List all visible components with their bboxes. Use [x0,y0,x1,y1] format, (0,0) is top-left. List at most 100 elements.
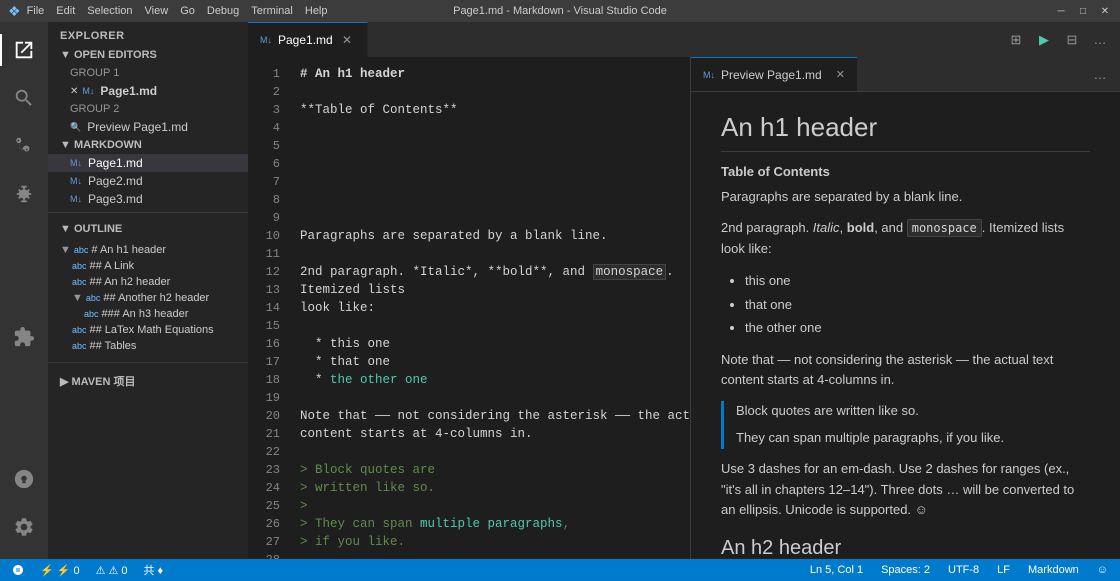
settings-activity-icon[interactable] [0,503,48,551]
status-bar-right: Ln 5, Col 1 Spaces: 2 UTF-8 LF Markdown … [806,564,1112,576]
outline-item-h2header[interactable]: abc ## An h2 header [48,274,248,290]
sidebar-divider [48,212,248,213]
tab-file-name: Page1.md [278,33,333,47]
code-line-7 [300,173,690,191]
close-button[interactable]: ✕ [1098,4,1112,18]
outline-abc-badge-4: abc [86,293,101,303]
status-git-icon[interactable] [8,564,28,576]
more-actions-button[interactable]: … [1088,28,1112,52]
tab-page1md[interactable]: M↓ Page1.md ✕ [248,22,368,57]
markdown-label[interactable]: ▼ MARKDOWN [48,136,248,154]
tab-close-button[interactable]: ✕ [339,32,355,48]
maximize-button[interactable]: □ [1076,4,1090,18]
md-icon-2: M↓ [70,176,82,186]
preview-dash-para: Use 3 dashes for an em-dash. Use 2 dashe… [721,459,1090,521]
close-icon[interactable]: ✕ [70,86,78,97]
outline-another-h2-label: ## Another h2 header [103,292,209,304]
explorer-activity-icon[interactable] [0,26,48,74]
preview-note-para: Note that — not considering the asterisk… [721,350,1090,392]
status-cursor-pos[interactable]: Ln 5, Col 1 [806,564,867,576]
menu-help[interactable]: Help [305,5,328,17]
menu-terminal[interactable]: Terminal [251,5,293,17]
debug-activity-icon[interactable] [0,170,48,218]
preview-tabs: M↓ Preview Page1.md ✕ … [691,57,1120,92]
status-spaces[interactable]: Spaces: 2 [877,564,934,576]
status-language[interactable]: Markdown [1024,564,1083,576]
group1-label[interactable]: GROUP 1 [48,64,248,82]
preview-button[interactable]: ⊟ [1060,28,1084,52]
accounts-activity-icon[interactable] [0,455,48,503]
file-page1md[interactable]: M↓ Page1.md [48,154,248,172]
warning-icon: ⚠ [96,564,106,577]
code-line-26: > They can span multiple paragraphs, [300,515,690,533]
outline-item-h3[interactable]: abc ### An h3 header [48,306,248,322]
outline-abc-badge-6: abc [72,325,87,335]
code-line-22 [300,443,690,461]
open-editor-page1md[interactable]: ✕ M↓ Page1.md [48,82,248,100]
inline-code: monospace [593,264,667,280]
preview-toc-title: Table of Contents [721,164,1090,179]
code-line-19 [300,389,690,407]
outline-item-another-h2[interactable]: ▼ abc ## Another h2 header [48,290,248,306]
outline-latex-label: ## LaTex Math Equations [90,324,214,336]
code-line-25: > [300,497,690,515]
code-content[interactable]: # An h1 header **Table of Contents** Par… [292,65,690,551]
outline-item-tables[interactable]: abc ## Tables [48,338,248,354]
status-smiley[interactable]: ☺ [1093,564,1112,576]
menu-go[interactable]: Go [180,5,195,17]
menu-edit[interactable]: Edit [56,5,75,17]
preview-tab-actions: … [1088,57,1120,91]
preview-more-button[interactable]: … [1088,62,1112,86]
outline-abc-badge-2: abc [72,261,87,271]
explorer-title[interactable]: EXPLORER [48,22,248,46]
preview-para1: Paragraphs are separated by a blank line… [721,187,1090,208]
outline-item-alink[interactable]: abc ## A Link [48,258,248,274]
open-editors-label[interactable]: ▼ OPEN EDITORS [48,46,248,64]
minimize-button[interactable]: ─ [1054,4,1068,18]
preview-tab-close[interactable]: ✕ [836,68,845,81]
menu-view[interactable]: View [145,5,169,17]
file-name-2: Page2.md [88,174,143,188]
code-editor[interactable]: 1 2 3 4 5 6 7 8 9 10 11 12 13 14 15 16 1 [248,57,690,559]
window-controls: ─ □ ✕ [1054,4,1112,18]
open-editor-preview[interactable]: 🔍 Preview Page1.md [48,118,248,136]
file-page2md[interactable]: M↓ Page2.md [48,172,248,190]
warning-count: ⚠ 0 [108,564,127,577]
search-activity-icon[interactable] [0,74,48,122]
maven-header[interactable]: ▶ MAVEN 项目 [48,367,248,392]
outline-h3-label: ### An h3 header [102,308,189,320]
outline-expand-icon-2: ▼ [72,292,83,304]
file-page3md[interactable]: M↓ Page3.md [48,190,248,208]
extensions-activity-icon[interactable] [0,313,48,361]
status-encoding[interactable]: UTF-8 [944,564,983,576]
outline-header[interactable]: ▼ OUTLINE [48,217,248,238]
outline-h1-label: # An h1 header [91,244,166,256]
list-item-3: the other one [745,316,1090,339]
outline-tables-label: ## Tables [90,340,137,352]
menu-selection[interactable]: Selection [87,5,132,17]
preview-bold: bold [847,220,874,235]
run-code-button[interactable]: ▶ [1032,28,1056,52]
tab-md-icon: M↓ [260,35,272,45]
tab-actions: ⊞ ▶ ⊟ … [1004,22,1120,57]
status-bar-left: ⚡ ⚡ 0 ⚠ ⚠ 0 共 ♦ [8,562,167,578]
status-errors[interactable]: ⚡ ⚡ 0 [36,564,84,577]
preview-code-inline: monospace [907,219,982,237]
title-bar-left: ❖ File Edit Selection View Go Debug Term… [8,3,328,20]
outline-abc-badge: abc [74,245,89,255]
group2-label[interactable]: GROUP 2 [48,100,248,118]
code-line-17: * that one [300,353,690,371]
status-warnings[interactable]: ⚠ ⚠ 0 [92,564,132,577]
preview-tab-page1md[interactable]: M↓ Preview Page1.md ✕ [691,57,857,91]
outline-abc-badge-7: abc [72,341,87,351]
outline-item-latex[interactable]: abc ## LaTex Math Equations [48,322,248,338]
source-control-activity-icon[interactable] [0,122,48,170]
split-editor-button[interactable]: ⊞ [1004,28,1028,52]
preview-md-icon: M↓ [703,70,715,80]
code-line-14: look like: [300,299,690,317]
outline-item-h1header[interactable]: ▼ abc # An h1 header [48,242,248,258]
status-shared[interactable]: 共 ♦ [140,562,168,578]
menu-debug[interactable]: Debug [207,5,239,17]
status-eol[interactable]: LF [993,564,1014,576]
menu-file[interactable]: File [27,5,45,17]
